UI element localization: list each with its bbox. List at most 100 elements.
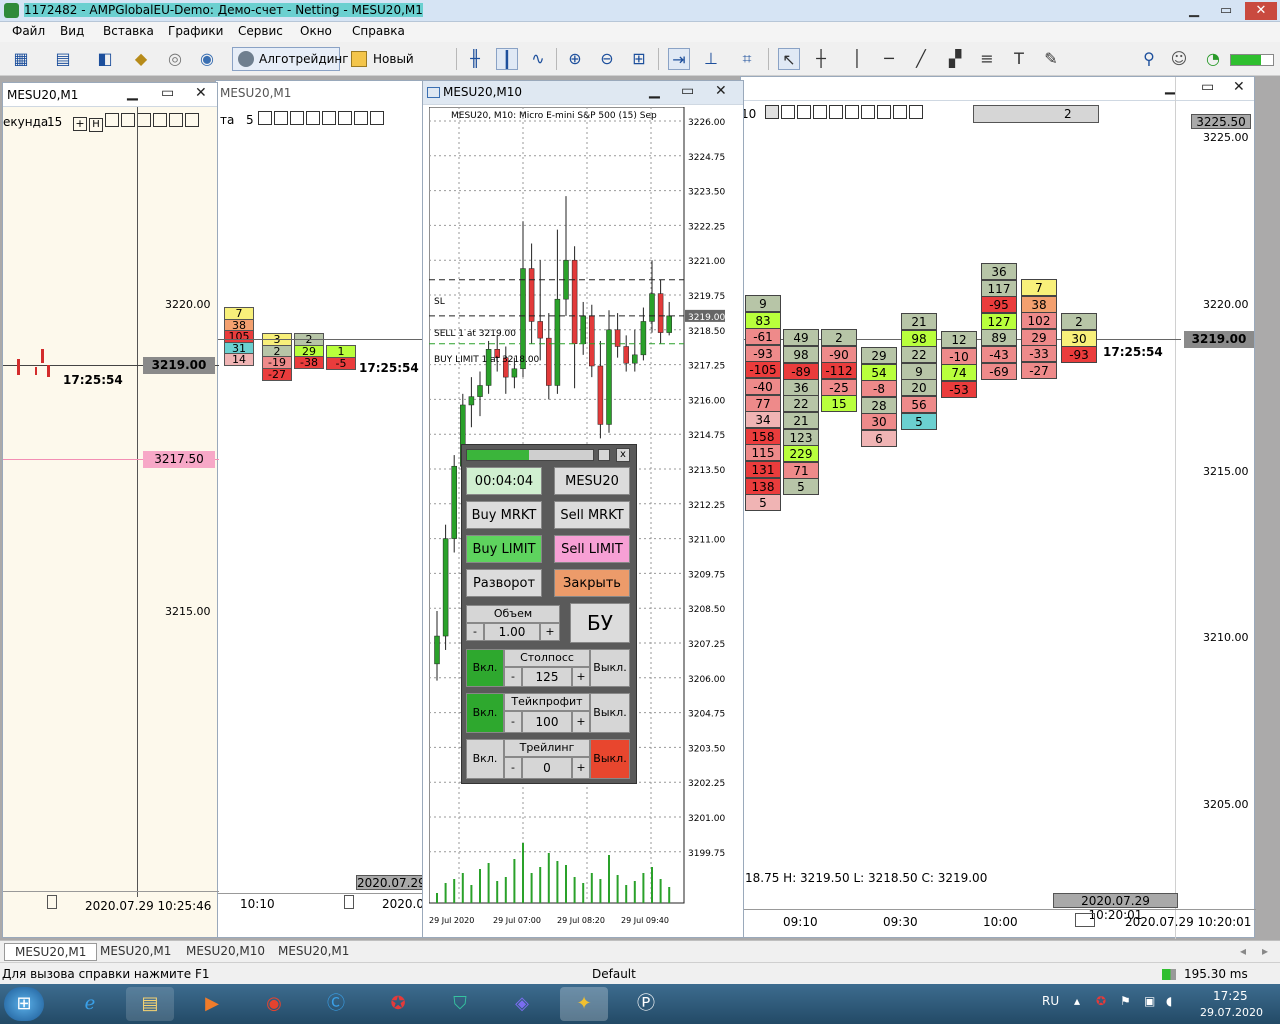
templates-icon[interactable]: ◧ xyxy=(94,48,116,70)
sell-market-button[interactable]: Sell MRKT xyxy=(554,501,630,529)
search-icon[interactable]: ⚲ xyxy=(1138,48,1160,70)
crosshair-icon[interactable]: ┼ xyxy=(810,48,832,70)
buy-limit-button[interactable]: Buy LIMIT xyxy=(466,535,542,563)
maximize-window-button[interactable]: ▭ xyxy=(1201,79,1214,95)
sell-limit-button[interactable]: Sell LIMIT xyxy=(554,535,630,563)
explorer-icon[interactable]: ▤ xyxy=(126,987,174,1021)
text-icon[interactable]: T xyxy=(1008,48,1030,70)
tab-mesu20-m10[interactable]: MESU20,M10 xyxy=(186,944,265,958)
tab-mesu20-m1[interactable]: MESU20,M1 xyxy=(278,944,349,958)
clock-time[interactable]: 17:25 xyxy=(1213,989,1248,1003)
takeprofit-off-button[interactable]: Выкл. xyxy=(590,693,630,733)
buy-market-button[interactable]: Buy MRKT xyxy=(466,501,542,529)
app-shield-icon[interactable]: ⛉ xyxy=(436,987,484,1021)
ie-icon[interactable]: ℯ xyxy=(66,987,114,1021)
volume-minus-button[interactable]: - xyxy=(466,623,484,641)
stoploss-minus-button[interactable]: - xyxy=(504,667,522,687)
tray-network-icon[interactable]: ▣ xyxy=(1144,994,1155,1008)
close-position-button[interactable]: Закрыть xyxy=(554,569,630,597)
trailing-off-button[interactable]: Выкл. xyxy=(590,739,630,779)
minimize-window-button[interactable]: ▁ xyxy=(649,83,660,99)
stoploss-off-button[interactable]: Выкл. xyxy=(590,649,630,687)
trailing-on-button[interactable]: Вкл. xyxy=(466,739,504,779)
vertical-line-icon[interactable]: │ xyxy=(846,48,868,70)
navigator-icon[interactable]: ◆ xyxy=(130,48,152,70)
menu-window[interactable]: Окно xyxy=(300,24,332,38)
takeprofit-minus-button[interactable]: - xyxy=(504,711,522,733)
close-window-button[interactable]: ✕ xyxy=(1233,79,1245,95)
signals-icon[interactable]: ◉ xyxy=(196,48,218,70)
cluster-toolbar[interactable] xyxy=(765,105,945,121)
menu-help[interactable]: Справка xyxy=(352,24,405,38)
lvl-icon[interactable]: ◔ xyxy=(1202,48,1224,70)
candles-icon[interactable]: ┃ xyxy=(496,48,518,70)
new-order-button[interactable]: Новый ордер xyxy=(346,47,450,88)
cluster-toolbar[interactable]: + H xyxy=(73,113,219,132)
chrome-icon[interactable]: ◉ xyxy=(250,987,298,1021)
volume-spinner[interactable]: 2 xyxy=(973,105,1099,123)
scroll-marker[interactable] xyxy=(47,895,57,909)
scroll-marker[interactable] xyxy=(1075,913,1095,927)
clock-date[interactable]: 29.07.2020 xyxy=(1200,1006,1263,1019)
bar-chart-icon[interactable]: ╫ xyxy=(464,48,486,70)
chart-window-center[interactable]: MESU20,M1 та 5 738105311432-19-27229-381… xyxy=(215,80,451,938)
tab-mesu20-m1[interactable]: MESU20,M1 xyxy=(4,943,98,961)
account-icon[interactable]: ☺ xyxy=(1168,48,1190,70)
maximize-window-button[interactable]: ▭ xyxy=(681,83,694,99)
stoploss-input[interactable]: 125 xyxy=(522,667,572,687)
trailing-plus-button[interactable]: + xyxy=(572,757,590,779)
app-red-icon[interactable]: ✪ xyxy=(374,987,422,1021)
tray-arrow-icon[interactable]: ▴ xyxy=(1074,994,1080,1008)
stoploss-plus-button[interactable]: + xyxy=(572,667,590,687)
algotrading-button[interactable]: Алготрейдинг xyxy=(232,47,349,71)
zoom-in-icon[interactable]: ⊕ xyxy=(564,48,586,70)
app-p-icon[interactable]: Ⓟ xyxy=(622,987,670,1021)
maximize-window-button[interactable]: ▭ xyxy=(161,85,174,101)
close-button[interactable]: ✕ xyxy=(1245,2,1277,20)
tab-scroll-left-icon[interactable]: ◂ xyxy=(1240,944,1246,958)
maximize-button[interactable]: ▭ xyxy=(1213,2,1239,20)
takeprofit-plus-button[interactable]: + xyxy=(572,711,590,733)
minimize-panel-button[interactable] xyxy=(598,449,610,461)
market-watch-icon[interactable]: ◎ xyxy=(164,48,186,70)
minimize-window-button[interactable]: ▁ xyxy=(127,85,138,101)
fibonacci-icon[interactable]: ≡ xyxy=(976,48,998,70)
indicators-icon[interactable]: ⌗ xyxy=(736,48,758,70)
menu-charts[interactable]: Графики xyxy=(168,24,223,38)
media-icon[interactable]: ▶ xyxy=(188,987,236,1021)
menu-view[interactable]: Вид xyxy=(60,24,84,38)
horizontal-line-icon[interactable]: ─ xyxy=(878,48,900,70)
menu-insert[interactable]: Вставка xyxy=(103,24,154,38)
stoploss-on-button[interactable]: Вкл. xyxy=(466,649,504,687)
close-panel-button[interactable]: x xyxy=(616,448,630,462)
metatrader-icon[interactable]: ✦ xyxy=(560,987,608,1021)
volume-input[interactable]: 1.00 xyxy=(484,623,540,641)
chart-shift-icon[interactable]: ⊥ xyxy=(700,48,722,70)
channel-icon[interactable]: ▞ xyxy=(944,48,966,70)
profiles-icon[interactable]: ▤ xyxy=(52,48,74,70)
app-purple-icon[interactable]: ◈ xyxy=(498,987,546,1021)
autoscroll-icon[interactable]: ⇥ xyxy=(668,48,690,70)
tab-mesu20-m1[interactable]: MESU20,M1 xyxy=(100,944,171,958)
takeprofit-input[interactable]: 100 xyxy=(522,711,572,733)
tab-scroll-right-icon[interactable]: ▸ xyxy=(1262,944,1268,958)
chart-window-left[interactable]: MESU20,M1 ▁ ▭ ✕ екунда 15 + H 3220.00 321… xyxy=(2,82,219,938)
line-chart-icon[interactable]: ∿ xyxy=(527,48,549,70)
shapes-icon[interactable]: ✎ xyxy=(1040,48,1062,70)
cursor-icon[interactable]: ↖ xyxy=(778,48,800,70)
close-window-button[interactable]: ✕ xyxy=(715,83,727,99)
trailing-minus-button[interactable]: - xyxy=(504,757,522,779)
volume-plus-button[interactable]: + xyxy=(540,623,560,641)
tray-flag-icon[interactable]: ⚑ xyxy=(1120,994,1131,1008)
app-c-icon[interactable]: Ⓒ xyxy=(312,987,360,1021)
language-indicator[interactable]: RU xyxy=(1042,994,1059,1008)
close-window-button[interactable]: ✕ xyxy=(195,85,207,101)
chart-window-right[interactable]: ▁ ▭ ✕ 10 2 3225.50 3225.00 3220.00 3215.… xyxy=(740,76,1256,939)
tray-volume-icon[interactable]: ◖ xyxy=(1166,994,1172,1008)
breakeven-button[interactable]: БУ xyxy=(570,603,630,643)
tile-icon[interactable]: ⊞ xyxy=(628,48,650,70)
scroll-marker[interactable] xyxy=(344,895,354,909)
cluster-toolbar[interactable] xyxy=(258,111,418,127)
new-chart-icon[interactable]: ▦ xyxy=(10,48,32,70)
minimize-button[interactable]: ▁ xyxy=(1181,2,1207,20)
